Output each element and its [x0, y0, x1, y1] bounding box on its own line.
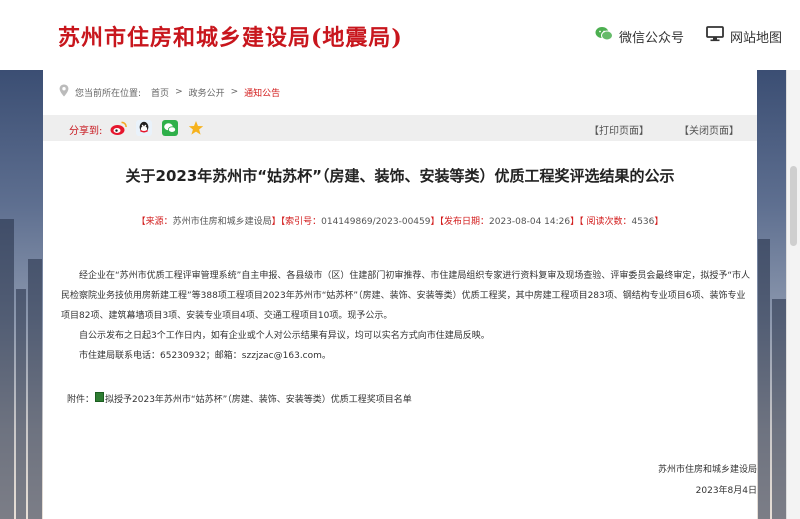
meta-source-value: 苏州市住房和城乡建设局: [172, 217, 272, 227]
site-title[interactable]: 苏州市住房和城乡建设局(地震局): [58, 20, 403, 52]
meta-index-value: 014149869/2023-00459: [321, 217, 431, 227]
signature-org: 苏州市住房和城乡建设局: [657, 465, 757, 475]
building-silhouette: [772, 299, 786, 519]
wechat-label: 微信公众号: [618, 30, 684, 46]
content-panel: 您当前所在位置: 首页 > 政务公开 > 通知公告 分享到: 【打印页面】 【关…: [43, 70, 757, 519]
meta-end: 】: [654, 217, 664, 227]
signature-date: 2023年8月4日: [695, 486, 757, 496]
building-silhouette: [16, 289, 26, 519]
wechat-icon[interactable]: [161, 119, 179, 137]
building-silhouette: [0, 219, 14, 519]
breadcrumb-home[interactable]: 首页: [151, 86, 169, 99]
meta-views-value: 4536: [631, 217, 655, 227]
meta-index-label: 】【索引号：: [271, 217, 322, 227]
share-label: 分享到:: [69, 126, 103, 137]
article-paragraph: 市住建局联系电话：65230932；邮箱：szzjzac@163.com。: [79, 351, 331, 361]
meta-source-label: 【来源：: [136, 217, 173, 227]
article-paragraph: 自公示发布之日起3个工作日内，如有企业或个人对公示结果有异议，均可以实名方式向市…: [79, 331, 490, 341]
meta-views-label: 】【 阅读次数：: [570, 217, 632, 227]
attachment-link[interactable]: 拟授予2023年苏州市“姑苏杯”（房建、装饰、安装等类）优质工程奖项目名单: [105, 392, 412, 405]
breadcrumb-section[interactable]: 政务公开: [189, 86, 225, 99]
sitemap-label: 网站地图: [729, 30, 782, 46]
share-bar: 分享到: 【打印页面】 【关闭页面】: [43, 115, 757, 141]
article-meta: 【来源：苏州市住房和城乡建设局】【索引号：014149869/2023-0045…: [43, 214, 757, 227]
meta-date-value: 2023-08-04 14:26: [489, 217, 571, 227]
meta-date-label: 】【发布日期：: [430, 217, 489, 227]
share-icons: [109, 119, 205, 137]
article-paragraph: 经企业在“苏州市优质工程评审管理系统”自主申报、各县级市（区）住建部门初审推荐、…: [61, 271, 750, 321]
qq-icon[interactable]: [135, 119, 153, 137]
attachment-row: 附件： 拟授予2023年苏州市“姑苏杯”（房建、装饰、安装等类）优质工程奖项目名…: [67, 391, 412, 405]
building-silhouette: [28, 259, 42, 519]
breadcrumb-separator: >: [230, 87, 239, 97]
building-silhouette: [758, 239, 770, 519]
monitor-icon: [706, 26, 724, 46]
header-links: 微信公众号 网站地图: [595, 26, 782, 46]
print-page-button[interactable]: 【打印页面】: [589, 122, 649, 137]
article-body: 经企业在“苏州市优质工程评审管理系统”自主申报、各县级市（区）住建部门初审推荐、…: [61, 266, 751, 366]
breadcrumb-separator: >: [175, 87, 183, 97]
wechat-link[interactable]: 微信公众号: [595, 26, 684, 46]
breadcrumb-prefix: 您当前所在位置:: [75, 88, 142, 99]
favorite-star-icon[interactable]: [187, 119, 205, 137]
attachment-label: 附件：: [67, 395, 95, 405]
page-scrollbar[interactable]: [786, 70, 800, 519]
breadcrumb-current[interactable]: 通知公告: [244, 86, 280, 99]
close-page-button[interactable]: 【关闭页面】: [679, 122, 739, 137]
scrollbar-thumb[interactable]: [790, 166, 797, 246]
weibo-icon[interactable]: [109, 119, 127, 137]
page-actions: 【打印页面】 【关闭页面】: [589, 122, 739, 137]
wechat-icon: [595, 26, 613, 46]
location-pin-icon: [59, 84, 69, 100]
excel-file-icon: [95, 391, 105, 402]
site-header: 苏州市住房和城乡建设局(地震局) 微信公众号 网站地图: [0, 0, 800, 70]
sitemap-link[interactable]: 网站地图: [706, 26, 782, 46]
article-title: 关于2023年苏州市“姑苏杯”（房建、装饰、安装等类）优质工程奖评选结果的公示: [125, 167, 675, 185]
breadcrumb: 您当前所在位置: 首页 > 政务公开 > 通知公告: [59, 84, 280, 100]
